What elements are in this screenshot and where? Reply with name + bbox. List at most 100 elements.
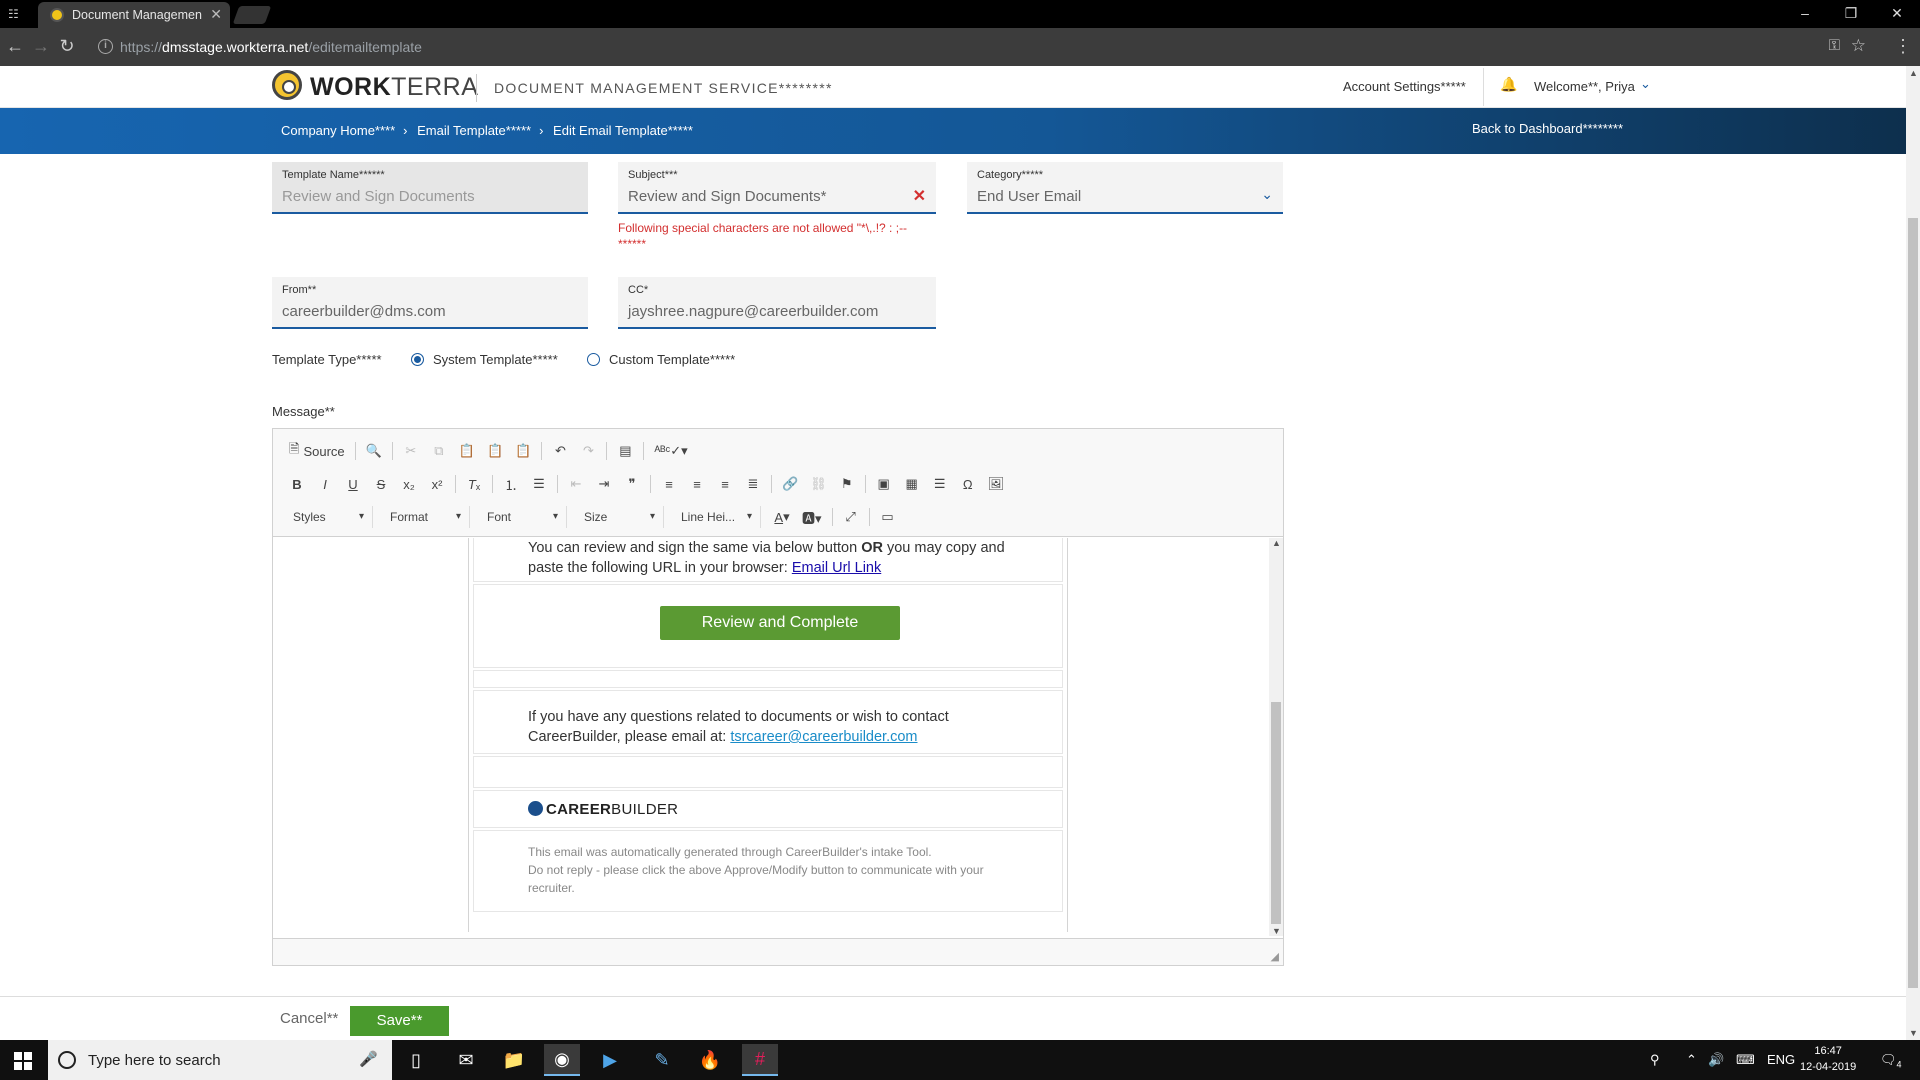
superscript-icon[interactable]: x² bbox=[425, 473, 449, 495]
back-to-dashboard-link[interactable]: Back to Dashboard******** bbox=[1472, 121, 1623, 136]
from-input[interactable]: careerbuilder@dms.com bbox=[282, 303, 446, 320]
scroll-thumb[interactable] bbox=[1908, 218, 1918, 988]
show-blocks-icon[interactable]: ▭ bbox=[876, 506, 900, 528]
cancel-button[interactable]: Cancel** bbox=[280, 1010, 338, 1027]
paste-text-icon[interactable]: 📋 bbox=[483, 440, 507, 462]
table-icon[interactable]: ▦ bbox=[900, 473, 924, 495]
scroll-up-icon[interactable]: ▲ bbox=[1272, 538, 1281, 548]
new-tab-button[interactable] bbox=[232, 6, 272, 24]
chrome-menu-icon[interactable]: ⋮ bbox=[1894, 36, 1912, 56]
people-icon[interactable]: ⚲ bbox=[1650, 1052, 1660, 1068]
bulleted-list-icon[interactable]: ☰ bbox=[527, 473, 551, 495]
subject-input[interactable]: Review and Sign Documents* bbox=[628, 188, 826, 205]
media-app-icon[interactable]: ▶ bbox=[592, 1044, 628, 1076]
resize-handle-icon[interactable]: ◢ bbox=[1271, 950, 1279, 963]
cc-input[interactable]: jayshree.nagpure@careerbuilder.com bbox=[628, 303, 878, 320]
styles-dropdown[interactable]: Styles bbox=[285, 506, 373, 528]
task-view-icon[interactable]: ▯ bbox=[398, 1044, 434, 1076]
close-window-icon[interactable]: ✕ bbox=[1874, 0, 1920, 28]
chevron-down-icon[interactable]: ⌄ bbox=[1261, 186, 1273, 203]
scroll-down-icon[interactable]: ▼ bbox=[1909, 1028, 1918, 1038]
line-height-dropdown[interactable]: Line Hei... bbox=[673, 506, 761, 528]
breadcrumb-company-home[interactable]: Company Home**** bbox=[281, 123, 395, 138]
special-char-icon[interactable]: Ω bbox=[956, 473, 980, 495]
justify-icon[interactable]: ≣ bbox=[741, 473, 765, 495]
bell-icon[interactable]: 🔔 bbox=[1500, 76, 1517, 93]
breadcrumb-email-template[interactable]: Email Template***** bbox=[417, 123, 531, 138]
file-explorer-icon[interactable]: 📁 bbox=[496, 1044, 532, 1076]
size-dropdown[interactable]: Size bbox=[576, 506, 664, 528]
windows-start-icon[interactable] bbox=[14, 1052, 32, 1070]
blockquote-icon[interactable]: ❞ bbox=[620, 473, 644, 495]
horizontal-line-icon[interactable]: ☰ bbox=[928, 473, 952, 495]
volume-icon[interactable]: 🔊 bbox=[1708, 1052, 1724, 1068]
welcome-user[interactable]: Welcome**, Priya bbox=[1534, 79, 1635, 94]
maximize-icon[interactable]: ⤢ bbox=[839, 506, 863, 528]
language-indicator[interactable]: ENG bbox=[1767, 1052, 1795, 1067]
page-scrollbar[interactable]: ▲ ▼ bbox=[1906, 66, 1920, 1040]
from-field[interactable]: From** careerbuilder@dms.com bbox=[272, 277, 588, 329]
copy-icon[interactable]: ⧉ bbox=[427, 440, 451, 462]
remove-format-icon[interactable]: Tₓ bbox=[462, 473, 486, 495]
link-icon[interactable]: 🔗 bbox=[778, 473, 802, 495]
slack-icon[interactable]: # bbox=[742, 1044, 778, 1076]
minimize-icon[interactable]: – bbox=[1782, 0, 1828, 28]
spellcheck-icon[interactable]: ᴬᴮᶜ✓▾ bbox=[650, 440, 691, 462]
clock[interactable]: 16:47 12-04-2019 bbox=[1800, 1043, 1856, 1075]
chrome-icon[interactable]: ◉ bbox=[544, 1044, 580, 1076]
paste-word-icon[interactable]: 📋 bbox=[511, 440, 535, 462]
category-select[interactable]: Category***** End User Email ⌄ bbox=[967, 162, 1283, 214]
mail-icon[interactable]: ✉ bbox=[448, 1044, 484, 1076]
keyboard-icon[interactable]: ⌨ bbox=[1736, 1052, 1755, 1068]
bold-icon[interactable]: B bbox=[285, 473, 309, 495]
select-all-icon[interactable]: ▤ bbox=[613, 440, 637, 462]
cut-icon[interactable]: ✂ bbox=[399, 440, 423, 462]
review-and-complete-button[interactable]: Review and Complete bbox=[660, 606, 900, 640]
browser-menu-icon[interactable]: ☷ bbox=[8, 7, 24, 21]
notifications-icon[interactable]: 🗨4 bbox=[1880, 1052, 1902, 1070]
microphone-icon[interactable]: 🎤 bbox=[359, 1050, 378, 1068]
restore-icon[interactable]: ❐ bbox=[1828, 0, 1874, 28]
anchor-flag-icon[interactable]: ⚑ bbox=[835, 473, 859, 495]
indent-icon[interactable]: ⇥ bbox=[592, 473, 616, 495]
bookmark-star-icon[interactable]: ☆ bbox=[1851, 36, 1866, 56]
scroll-thumb[interactable] bbox=[1271, 702, 1281, 924]
image-icon[interactable]: 🖼 bbox=[984, 473, 1009, 495]
key-icon[interactable]: ⚿ bbox=[1829, 37, 1840, 54]
browser-tab[interactable]: Document Management ✕ bbox=[38, 2, 230, 28]
format-dropdown[interactable]: Format bbox=[382, 506, 470, 528]
italic-icon[interactable]: I bbox=[313, 473, 337, 495]
editor-scrollbar[interactable]: ▲ ▼ bbox=[1269, 538, 1283, 936]
brand-logo[interactable]: WORKTERRA bbox=[310, 73, 478, 102]
url-field[interactable]: i https://dmsstage.workterra.net/editema… bbox=[92, 33, 1892, 61]
notepad-icon[interactable]: ✎ bbox=[644, 1044, 680, 1076]
back-icon[interactable]: ← bbox=[4, 36, 26, 58]
preview-icon[interactable]: 🔍 bbox=[362, 440, 386, 462]
radio-unselected-icon[interactable] bbox=[587, 353, 600, 366]
email-url-link[interactable]: Email Url Link bbox=[792, 560, 881, 576]
image-button-icon[interactable]: ▣ bbox=[872, 473, 896, 495]
unlink-icon[interactable]: ⛓ bbox=[806, 473, 831, 495]
cc-field[interactable]: CC* jayshree.nagpure@careerbuilder.com bbox=[618, 277, 936, 329]
scroll-down-icon[interactable]: ▼ bbox=[1272, 926, 1281, 936]
editor-content[interactable]: You can review and sign the same via bel… bbox=[273, 538, 1283, 936]
align-right-icon[interactable]: ≡ bbox=[713, 473, 737, 495]
font-dropdown[interactable]: Font bbox=[479, 506, 567, 528]
taskbar-search[interactable]: Type here to search 🎤 bbox=[48, 1040, 392, 1080]
tray-chevron-icon[interactable]: ⌃ bbox=[1686, 1052, 1697, 1068]
reload-icon[interactable]: ↻ bbox=[56, 36, 78, 58]
background-color-icon[interactable]: 🅰▾ bbox=[798, 506, 826, 528]
redo-icon[interactable]: ↷ bbox=[576, 440, 600, 462]
text-color-icon[interactable]: A ▾ bbox=[770, 506, 794, 528]
site-info-icon[interactable]: i bbox=[98, 39, 113, 54]
chevron-down-icon[interactable]: ⌄ bbox=[1640, 76, 1651, 92]
firefox-icon[interactable]: 🔥 bbox=[692, 1044, 728, 1076]
account-settings-link[interactable]: Account Settings***** bbox=[1343, 79, 1466, 94]
source-button[interactable]: 🗎 Source bbox=[285, 440, 349, 462]
radio-selected-icon[interactable] bbox=[411, 353, 424, 366]
strikethrough-icon[interactable]: S bbox=[369, 473, 393, 495]
save-button[interactable]: Save** bbox=[350, 1006, 449, 1036]
undo-icon[interactable]: ↶ bbox=[548, 440, 572, 462]
align-center-icon[interactable]: ≡ bbox=[685, 473, 709, 495]
clear-icon[interactable]: ✕ bbox=[913, 186, 926, 206]
